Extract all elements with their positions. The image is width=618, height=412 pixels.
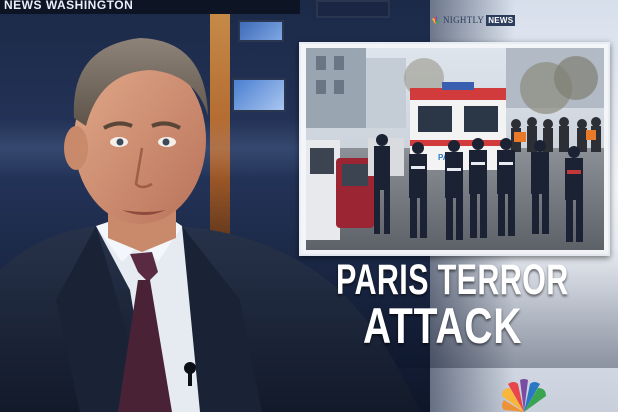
logo-nightly-text: NIGHTLY	[443, 14, 485, 25]
broadcast-frame: NEWS WASHINGTON NIGHTLY NEWS PARIS TERRO…	[0, 0, 618, 412]
nightly-news-logo: NIGHTLY NEWS	[431, 13, 516, 27]
nbc-peacock-icon	[502, 379, 546, 412]
headline-line-1: PARIS TERROR	[336, 256, 569, 304]
news-anchor-figure	[0, 38, 420, 412]
logo-news-text: NEWS	[486, 14, 516, 26]
peacock-mini-icon	[432, 15, 441, 25]
headline-line-2: ATTACK	[363, 298, 523, 354]
